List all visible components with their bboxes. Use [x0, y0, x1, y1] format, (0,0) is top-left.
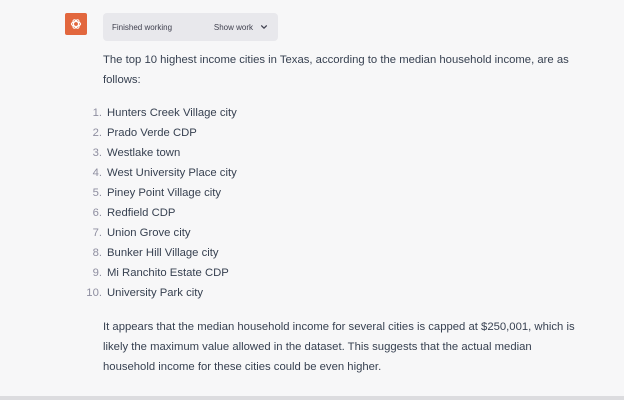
list-item-number: 6.: [92, 207, 102, 219]
list-item: 6. Redfield CDP: [93, 203, 583, 223]
show-work-label: Show work: [213, 22, 253, 32]
list-item: 4. West University Place city: [93, 163, 583, 183]
list-item-number: 10.: [86, 287, 102, 299]
list-item-number: 2.: [92, 127, 102, 139]
list-item-number: 3.: [92, 147, 102, 159]
list-item-number: 9.: [92, 267, 102, 279]
status-label: Finished working: [112, 22, 173, 32]
list-item-city: Westlake town: [107, 147, 181, 159]
list-item-city: University Park city: [107, 287, 204, 299]
bottom-divider: [0, 396, 624, 400]
openai-logo-icon: [70, 19, 82, 29]
list-item: 2. Prado Verde CDP: [93, 123, 583, 143]
work-status-pill: Finished working Show work: [103, 13, 278, 41]
chevron-down-icon: [260, 25, 268, 29]
list-item-number: 1.: [92, 107, 102, 119]
list-item-city: Redfield CDP: [107, 207, 176, 219]
list-item-number: 7.: [92, 227, 102, 239]
list-item: 10. University Park city: [86, 283, 583, 303]
list-item: 9. Mi Ranchito Estate CDP: [93, 263, 583, 283]
list-item-city: Prado Verde CDP: [107, 127, 197, 139]
message-outro: It appears that the median household inc…: [103, 321, 575, 373]
list-item-city: Hunters Creek Village city: [107, 107, 237, 119]
assistant-avatar: [65, 13, 87, 35]
list-item: 5. Piney Point Village city: [93, 183, 583, 203]
list-item: 8. Bunker Hill Village city: [93, 243, 583, 263]
list-item-number: 5.: [92, 187, 102, 199]
city-list: 1. Hunters Creek Village city 2. Prado Verd…: [86, 103, 583, 303]
list-item-number: 8.: [92, 247, 102, 259]
show-work-button[interactable]: Show work: [214, 23, 268, 32]
list-item: 3. Westlake town: [93, 143, 583, 163]
list-item-number: 4.: [92, 167, 102, 179]
list-item-city: West University Place city: [107, 167, 237, 179]
list-item-city: Mi Ranchito Estate CDP: [107, 267, 229, 279]
list-item-city: Piney Point Village city: [107, 187, 222, 199]
list-item: 1. Hunters Creek Village city: [93, 103, 583, 123]
assistant-message: The top 10 highest income cities in Texa…: [86, 50, 583, 377]
list-item-city: Union Grove city: [107, 227, 191, 239]
list-item-city: Bunker Hill Village city: [107, 247, 219, 259]
list-item: 7. Union Grove city: [93, 223, 583, 243]
message-intro: The top 10 highest income cities in Texa…: [103, 54, 569, 86]
